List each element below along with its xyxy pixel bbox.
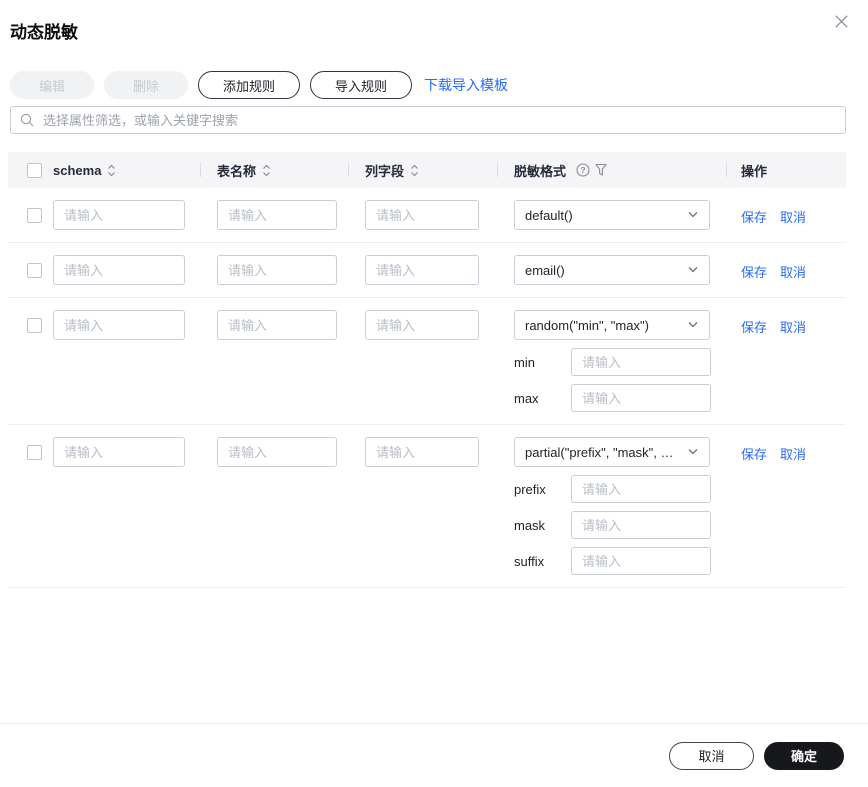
chevron-down-icon — [687, 448, 699, 456]
search-box[interactable] — [10, 106, 846, 134]
format-select[interactable]: email() — [514, 255, 710, 285]
param-max-input[interactable] — [571, 384, 711, 412]
schema-input[interactable] — [53, 200, 185, 230]
dialog-title: 动态脱敏 — [0, 0, 868, 44]
save-link[interactable]: 保存 — [741, 207, 767, 226]
cancel-link[interactable]: 取消 — [780, 207, 806, 226]
column-field-input[interactable] — [365, 437, 479, 467]
delete-button[interactable]: 删除 — [104, 71, 188, 99]
column-field-input[interactable] — [365, 255, 479, 285]
column-header-column-field: 列字段 — [365, 161, 404, 180]
column-header-mask-format: 脱敏格式 — [514, 161, 566, 180]
chevron-down-icon — [687, 266, 699, 274]
format-param-row: prefix — [514, 475, 711, 503]
save-link[interactable]: 保存 — [741, 262, 767, 281]
sort-icon[interactable] — [106, 163, 117, 178]
table-header-row: schema 表名称 列字段 脱敏格式 ? — [8, 152, 846, 188]
param-label: max — [514, 391, 571, 406]
toolbar: 编辑 删除 添加规则 导入规则 下载导入模板 — [10, 71, 858, 99]
dialog-ok-button[interactable]: 确定 — [764, 742, 844, 770]
search-input[interactable] — [41, 112, 836, 129]
param-prefix-input[interactable] — [571, 475, 711, 503]
chevron-down-icon — [687, 211, 699, 219]
sort-icon[interactable] — [409, 163, 420, 178]
format-param-row: min — [514, 348, 711, 376]
row-select-checkbox[interactable] — [27, 263, 42, 278]
sort-icon[interactable] — [261, 163, 272, 178]
column-field-input[interactable] — [365, 310, 479, 340]
filter-icon[interactable] — [595, 163, 607, 177]
param-suffix-input[interactable] — [571, 547, 711, 575]
help-icon[interactable]: ? — [576, 163, 590, 177]
svg-text:?: ? — [580, 165, 585, 175]
format-select-value: email() — [525, 263, 565, 278]
dialog-cancel-button[interactable]: 取消 — [669, 742, 754, 770]
column-field-input[interactable] — [365, 200, 479, 230]
schema-input[interactable] — [53, 310, 185, 340]
cancel-link[interactable]: 取消 — [780, 317, 806, 336]
row-select-checkbox[interactable] — [27, 445, 42, 460]
row-select-checkbox[interactable] — [27, 318, 42, 333]
column-header-operation: 操作 — [741, 161, 767, 180]
select-all-checkbox[interactable] — [27, 163, 42, 178]
format-select-value: default() — [525, 208, 573, 223]
dialog-footer: 取消 确定 — [0, 723, 868, 787]
rules-table: schema 表名称 列字段 脱敏格式 ? — [8, 152, 846, 588]
cancel-link[interactable]: 取消 — [780, 444, 806, 463]
save-link[interactable]: 保存 — [741, 444, 767, 463]
format-select-value: partial("prefix", "mask", … — [525, 445, 674, 460]
column-header-schema: schema — [53, 163, 101, 178]
schema-input[interactable] — [53, 437, 185, 467]
table-row: default() 保存 取消 — [8, 188, 846, 243]
search-icon — [20, 113, 34, 127]
dynamic-masking-dialog: 动态脱敏 编辑 删除 添加规则 导入规则 下载导入模板 schema 表名称 — [0, 0, 868, 787]
param-label: min — [514, 355, 571, 370]
format-param-row: mask — [514, 511, 711, 539]
chevron-down-icon — [687, 321, 699, 329]
param-label: mask — [514, 518, 571, 533]
edit-button[interactable]: 编辑 — [10, 71, 94, 99]
format-select-value: random("min", "max") — [525, 318, 649, 333]
param-label: prefix — [514, 482, 571, 497]
format-param-row: max — [514, 384, 711, 412]
add-rule-button[interactable]: 添加规则 — [198, 71, 300, 99]
format-select[interactable]: partial("prefix", "mask", … — [514, 437, 710, 467]
table-name-input[interactable] — [217, 310, 337, 340]
param-mask-input[interactable] — [571, 511, 711, 539]
table-name-input[interactable] — [217, 255, 337, 285]
table-name-input[interactable] — [217, 200, 337, 230]
table-row: partial("prefix", "mask", … prefix mask … — [8, 425, 846, 588]
format-param-row: suffix — [514, 547, 711, 575]
param-label: suffix — [514, 554, 571, 569]
save-link[interactable]: 保存 — [741, 317, 767, 336]
format-select[interactable]: default() — [514, 200, 710, 230]
row-select-checkbox[interactable] — [27, 208, 42, 223]
import-rule-button[interactable]: 导入规则 — [310, 71, 412, 99]
table-name-input[interactable] — [217, 437, 337, 467]
cancel-link[interactable]: 取消 — [780, 262, 806, 281]
param-min-input[interactable] — [571, 348, 711, 376]
table-row: email() 保存 取消 — [8, 243, 846, 298]
download-template-link[interactable]: 下载导入模板 — [424, 75, 508, 95]
table-row: random("min", "max") min max 保存 取消 — [8, 298, 846, 425]
schema-input[interactable] — [53, 255, 185, 285]
close-icon[interactable] — [830, 10, 852, 32]
column-header-table-name: 表名称 — [217, 161, 256, 180]
format-select[interactable]: random("min", "max") — [514, 310, 710, 340]
